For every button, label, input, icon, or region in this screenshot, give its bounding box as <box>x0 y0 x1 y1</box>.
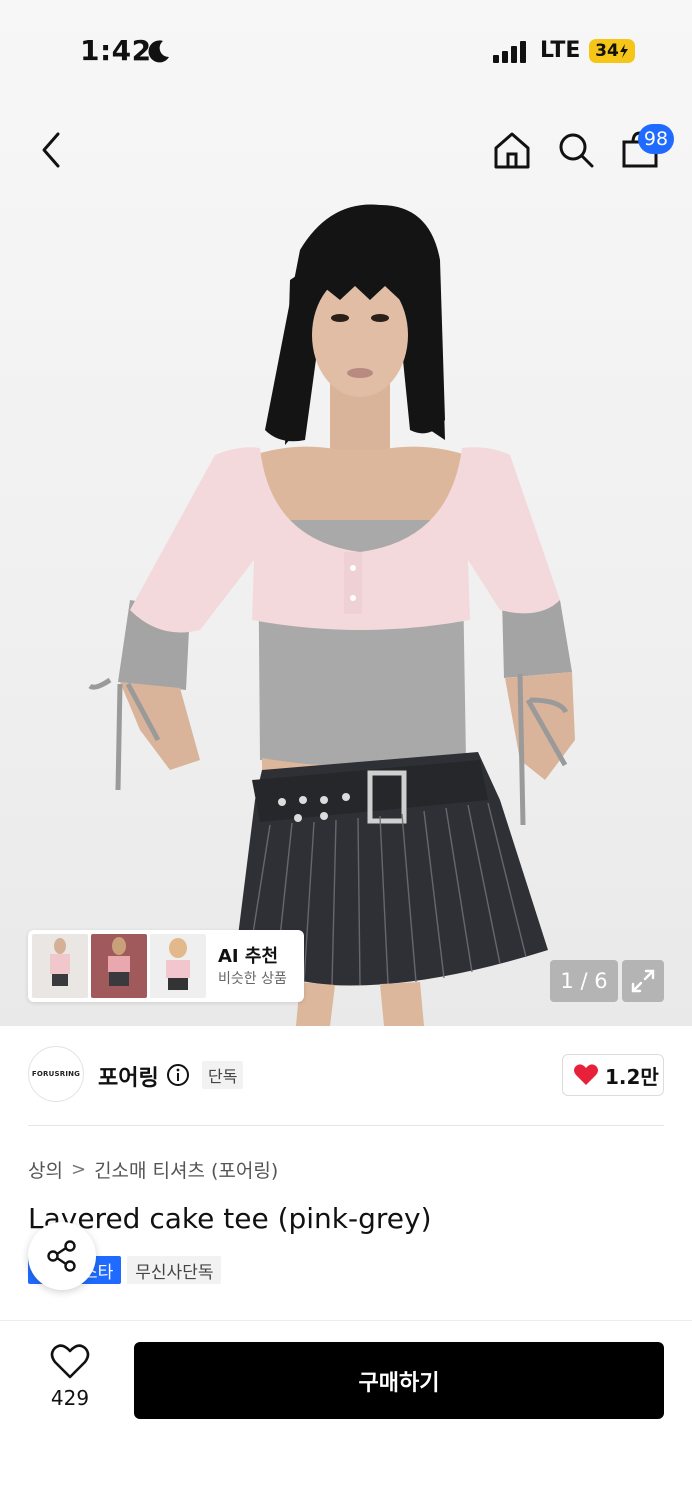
moon-icon <box>148 40 169 63</box>
share-button[interactable] <box>28 1222 96 1290</box>
heart-outline-icon[interactable] <box>50 1344 90 1380</box>
tag-musinsa-exclusive: 무신사단독 <box>127 1256 222 1284</box>
recommend-thumb-1 <box>32 934 88 998</box>
charging-bolt-icon <box>619 44 628 58</box>
exclusive-badge: 단독 <box>202 1061 244 1089</box>
brand-name[interactable]: 포어링 <box>98 1060 159 1092</box>
status-time: 1:42 <box>80 34 152 67</box>
brand-like-count: 1.2만 <box>605 1064 659 1089</box>
ai-recommend-title: AI 추천 <box>218 946 279 967</box>
home-icon[interactable] <box>490 128 534 172</box>
breadcrumb: 상의 > 긴소매 티셔츠 (포어링) <box>28 1156 278 1183</box>
cart-count-badge: 98 <box>638 124 674 154</box>
expand-button[interactable] <box>622 960 664 1002</box>
info-icon[interactable] <box>166 1063 190 1087</box>
ai-recommend-card[interactable]: AI 추천 › 비슷한 상품 <box>28 930 313 1002</box>
chevron-left-icon[interactable] <box>30 126 70 174</box>
buy-button[interactable]: 구매하기 <box>134 1342 664 1419</box>
status-bar: 1:42 LTE 34 <box>0 0 692 100</box>
recommend-thumb-2 <box>91 934 147 998</box>
network-label: LTE <box>540 38 581 63</box>
brand-logo[interactable]: FORUSRING <box>28 1046 84 1102</box>
recommend-thumb-3 <box>150 934 206 998</box>
product-title: Layered cake tee (pink-grey) <box>28 1202 432 1235</box>
expand-icon <box>631 969 655 993</box>
battery-indicator: 34 <box>589 39 635 63</box>
section-divider <box>28 1125 664 1126</box>
ai-recommend-subtitle: 비슷한 상품 <box>218 971 287 987</box>
brand-like-button[interactable]: 1.2만 <box>562 1054 664 1096</box>
heart-filled-icon <box>574 1064 598 1085</box>
breadcrumb-category[interactable]: 상의 <box>28 1156 63 1183</box>
breadcrumb-separator: > <box>70 1159 87 1180</box>
wish-count: 429 <box>50 1386 90 1410</box>
share-icon <box>47 1240 76 1272</box>
battery-level: 34 <box>595 41 619 61</box>
signal-icon <box>493 41 526 63</box>
image-page-indicator: 1 / 6 <box>550 960 618 1002</box>
breadcrumb-subcategory[interactable]: 긴소매 티셔츠 (포어링) <box>94 1156 278 1183</box>
chevron-right-icon: › <box>306 944 314 965</box>
search-icon[interactable] <box>554 128 598 172</box>
